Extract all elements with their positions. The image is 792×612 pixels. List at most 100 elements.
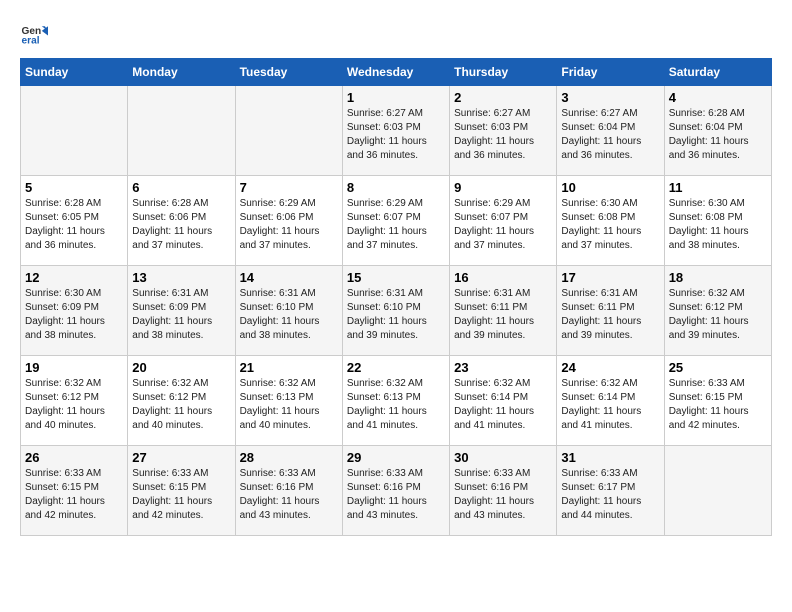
calendar-cell: 3 Sunrise: 6:27 AM Sunset: 6:04 PM Dayli… bbox=[557, 86, 664, 176]
day-info: Sunrise: 6:33 AM Sunset: 6:15 PM Dayligh… bbox=[25, 467, 123, 523]
calendar-cell: 25 Sunrise: 6:33 AM Sunset: 6:15 PM Dayl… bbox=[664, 356, 771, 446]
day-info: Sunrise: 6:31 AM Sunset: 6:10 PM Dayligh… bbox=[240, 287, 338, 343]
day-header-friday: Friday bbox=[557, 59, 664, 86]
calendar-cell: 18 Sunrise: 6:32 AM Sunset: 6:12 PM Dayl… bbox=[664, 266, 771, 356]
day-info: Sunrise: 6:30 AM Sunset: 6:08 PM Dayligh… bbox=[669, 197, 767, 253]
day-number: 6 bbox=[132, 180, 230, 195]
day-info: Sunrise: 6:32 AM Sunset: 6:12 PM Dayligh… bbox=[25, 377, 123, 433]
day-info: Sunrise: 6:27 AM Sunset: 6:03 PM Dayligh… bbox=[347, 107, 445, 163]
day-info: Sunrise: 6:31 AM Sunset: 6:09 PM Dayligh… bbox=[132, 287, 230, 343]
day-number: 1 bbox=[347, 90, 445, 105]
day-header-tuesday: Tuesday bbox=[235, 59, 342, 86]
calendar-cell: 4 Sunrise: 6:28 AM Sunset: 6:04 PM Dayli… bbox=[664, 86, 771, 176]
calendar-cell bbox=[21, 86, 128, 176]
day-info: Sunrise: 6:32 AM Sunset: 6:14 PM Dayligh… bbox=[561, 377, 659, 433]
calendar-cell: 14 Sunrise: 6:31 AM Sunset: 6:10 PM Dayl… bbox=[235, 266, 342, 356]
calendar-cell: 17 Sunrise: 6:31 AM Sunset: 6:11 PM Dayl… bbox=[557, 266, 664, 356]
calendar-cell: 26 Sunrise: 6:33 AM Sunset: 6:15 PM Dayl… bbox=[21, 446, 128, 536]
day-number: 20 bbox=[132, 360, 230, 375]
calendar-cell: 1 Sunrise: 6:27 AM Sunset: 6:03 PM Dayli… bbox=[342, 86, 449, 176]
logo-icon: Gen eral bbox=[20, 20, 48, 48]
calendar-week-row: 26 Sunrise: 6:33 AM Sunset: 6:15 PM Dayl… bbox=[21, 446, 772, 536]
svg-text:eral: eral bbox=[22, 35, 40, 46]
logo: Gen eral bbox=[20, 20, 52, 48]
calendar-cell: 15 Sunrise: 6:31 AM Sunset: 6:10 PM Dayl… bbox=[342, 266, 449, 356]
day-number: 9 bbox=[454, 180, 552, 195]
day-number: 19 bbox=[25, 360, 123, 375]
day-info: Sunrise: 6:33 AM Sunset: 6:16 PM Dayligh… bbox=[240, 467, 338, 523]
day-number: 3 bbox=[561, 90, 659, 105]
day-number: 15 bbox=[347, 270, 445, 285]
day-header-wednesday: Wednesday bbox=[342, 59, 449, 86]
day-number: 2 bbox=[454, 90, 552, 105]
day-info: Sunrise: 6:33 AM Sunset: 6:16 PM Dayligh… bbox=[347, 467, 445, 523]
day-number: 8 bbox=[347, 180, 445, 195]
day-info: Sunrise: 6:27 AM Sunset: 6:03 PM Dayligh… bbox=[454, 107, 552, 163]
day-info: Sunrise: 6:32 AM Sunset: 6:14 PM Dayligh… bbox=[454, 377, 552, 433]
calendar-cell: 16 Sunrise: 6:31 AM Sunset: 6:11 PM Dayl… bbox=[450, 266, 557, 356]
day-number: 4 bbox=[669, 90, 767, 105]
day-number: 29 bbox=[347, 450, 445, 465]
calendar-cell: 28 Sunrise: 6:33 AM Sunset: 6:16 PM Dayl… bbox=[235, 446, 342, 536]
day-info: Sunrise: 6:29 AM Sunset: 6:07 PM Dayligh… bbox=[454, 197, 552, 253]
calendar-cell: 9 Sunrise: 6:29 AM Sunset: 6:07 PM Dayli… bbox=[450, 176, 557, 266]
calendar-cell: 2 Sunrise: 6:27 AM Sunset: 6:03 PM Dayli… bbox=[450, 86, 557, 176]
day-info: Sunrise: 6:33 AM Sunset: 6:15 PM Dayligh… bbox=[132, 467, 230, 523]
day-number: 23 bbox=[454, 360, 552, 375]
calendar-cell: 10 Sunrise: 6:30 AM Sunset: 6:08 PM Dayl… bbox=[557, 176, 664, 266]
day-number: 31 bbox=[561, 450, 659, 465]
calendar-week-row: 19 Sunrise: 6:32 AM Sunset: 6:12 PM Dayl… bbox=[21, 356, 772, 446]
calendar-cell: 11 Sunrise: 6:30 AM Sunset: 6:08 PM Dayl… bbox=[664, 176, 771, 266]
day-info: Sunrise: 6:31 AM Sunset: 6:10 PM Dayligh… bbox=[347, 287, 445, 343]
day-number: 17 bbox=[561, 270, 659, 285]
calendar-table: SundayMondayTuesdayWednesdayThursdayFrid… bbox=[20, 58, 772, 536]
calendar-cell: 31 Sunrise: 6:33 AM Sunset: 6:17 PM Dayl… bbox=[557, 446, 664, 536]
day-header-thursday: Thursday bbox=[450, 59, 557, 86]
calendar-cell bbox=[128, 86, 235, 176]
calendar-cell: 30 Sunrise: 6:33 AM Sunset: 6:16 PM Dayl… bbox=[450, 446, 557, 536]
day-number: 14 bbox=[240, 270, 338, 285]
day-info: Sunrise: 6:32 AM Sunset: 6:13 PM Dayligh… bbox=[347, 377, 445, 433]
calendar-cell: 27 Sunrise: 6:33 AM Sunset: 6:15 PM Dayl… bbox=[128, 446, 235, 536]
calendar-cell: 13 Sunrise: 6:31 AM Sunset: 6:09 PM Dayl… bbox=[128, 266, 235, 356]
day-number: 27 bbox=[132, 450, 230, 465]
day-number: 5 bbox=[25, 180, 123, 195]
day-info: Sunrise: 6:28 AM Sunset: 6:06 PM Dayligh… bbox=[132, 197, 230, 253]
day-info: Sunrise: 6:33 AM Sunset: 6:16 PM Dayligh… bbox=[454, 467, 552, 523]
day-number: 24 bbox=[561, 360, 659, 375]
day-number: 26 bbox=[25, 450, 123, 465]
calendar-cell: 7 Sunrise: 6:29 AM Sunset: 6:06 PM Dayli… bbox=[235, 176, 342, 266]
day-info: Sunrise: 6:27 AM Sunset: 6:04 PM Dayligh… bbox=[561, 107, 659, 163]
day-number: 22 bbox=[347, 360, 445, 375]
calendar-cell: 21 Sunrise: 6:32 AM Sunset: 6:13 PM Dayl… bbox=[235, 356, 342, 446]
calendar-cell: 12 Sunrise: 6:30 AM Sunset: 6:09 PM Dayl… bbox=[21, 266, 128, 356]
day-number: 13 bbox=[132, 270, 230, 285]
day-number: 16 bbox=[454, 270, 552, 285]
day-number: 25 bbox=[669, 360, 767, 375]
calendar-cell: 24 Sunrise: 6:32 AM Sunset: 6:14 PM Dayl… bbox=[557, 356, 664, 446]
day-info: Sunrise: 6:33 AM Sunset: 6:15 PM Dayligh… bbox=[669, 377, 767, 433]
calendar-cell: 23 Sunrise: 6:32 AM Sunset: 6:14 PM Dayl… bbox=[450, 356, 557, 446]
day-info: Sunrise: 6:30 AM Sunset: 6:09 PM Dayligh… bbox=[25, 287, 123, 343]
calendar-cell bbox=[235, 86, 342, 176]
day-number: 28 bbox=[240, 450, 338, 465]
calendar-cell: 6 Sunrise: 6:28 AM Sunset: 6:06 PM Dayli… bbox=[128, 176, 235, 266]
calendar-cell bbox=[664, 446, 771, 536]
day-info: Sunrise: 6:32 AM Sunset: 6:13 PM Dayligh… bbox=[240, 377, 338, 433]
day-info: Sunrise: 6:31 AM Sunset: 6:11 PM Dayligh… bbox=[561, 287, 659, 343]
calendar-cell: 5 Sunrise: 6:28 AM Sunset: 6:05 PM Dayli… bbox=[21, 176, 128, 266]
calendar-header-row: SundayMondayTuesdayWednesdayThursdayFrid… bbox=[21, 59, 772, 86]
calendar-cell: 29 Sunrise: 6:33 AM Sunset: 6:16 PM Dayl… bbox=[342, 446, 449, 536]
calendar-week-row: 1 Sunrise: 6:27 AM Sunset: 6:03 PM Dayli… bbox=[21, 86, 772, 176]
day-info: Sunrise: 6:30 AM Sunset: 6:08 PM Dayligh… bbox=[561, 197, 659, 253]
day-header-saturday: Saturday bbox=[664, 59, 771, 86]
day-number: 12 bbox=[25, 270, 123, 285]
calendar-cell: 8 Sunrise: 6:29 AM Sunset: 6:07 PM Dayli… bbox=[342, 176, 449, 266]
day-info: Sunrise: 6:28 AM Sunset: 6:04 PM Dayligh… bbox=[669, 107, 767, 163]
day-info: Sunrise: 6:28 AM Sunset: 6:05 PM Dayligh… bbox=[25, 197, 123, 253]
day-number: 30 bbox=[454, 450, 552, 465]
calendar-cell: 19 Sunrise: 6:32 AM Sunset: 6:12 PM Dayl… bbox=[21, 356, 128, 446]
day-info: Sunrise: 6:29 AM Sunset: 6:06 PM Dayligh… bbox=[240, 197, 338, 253]
day-number: 18 bbox=[669, 270, 767, 285]
day-info: Sunrise: 6:29 AM Sunset: 6:07 PM Dayligh… bbox=[347, 197, 445, 253]
